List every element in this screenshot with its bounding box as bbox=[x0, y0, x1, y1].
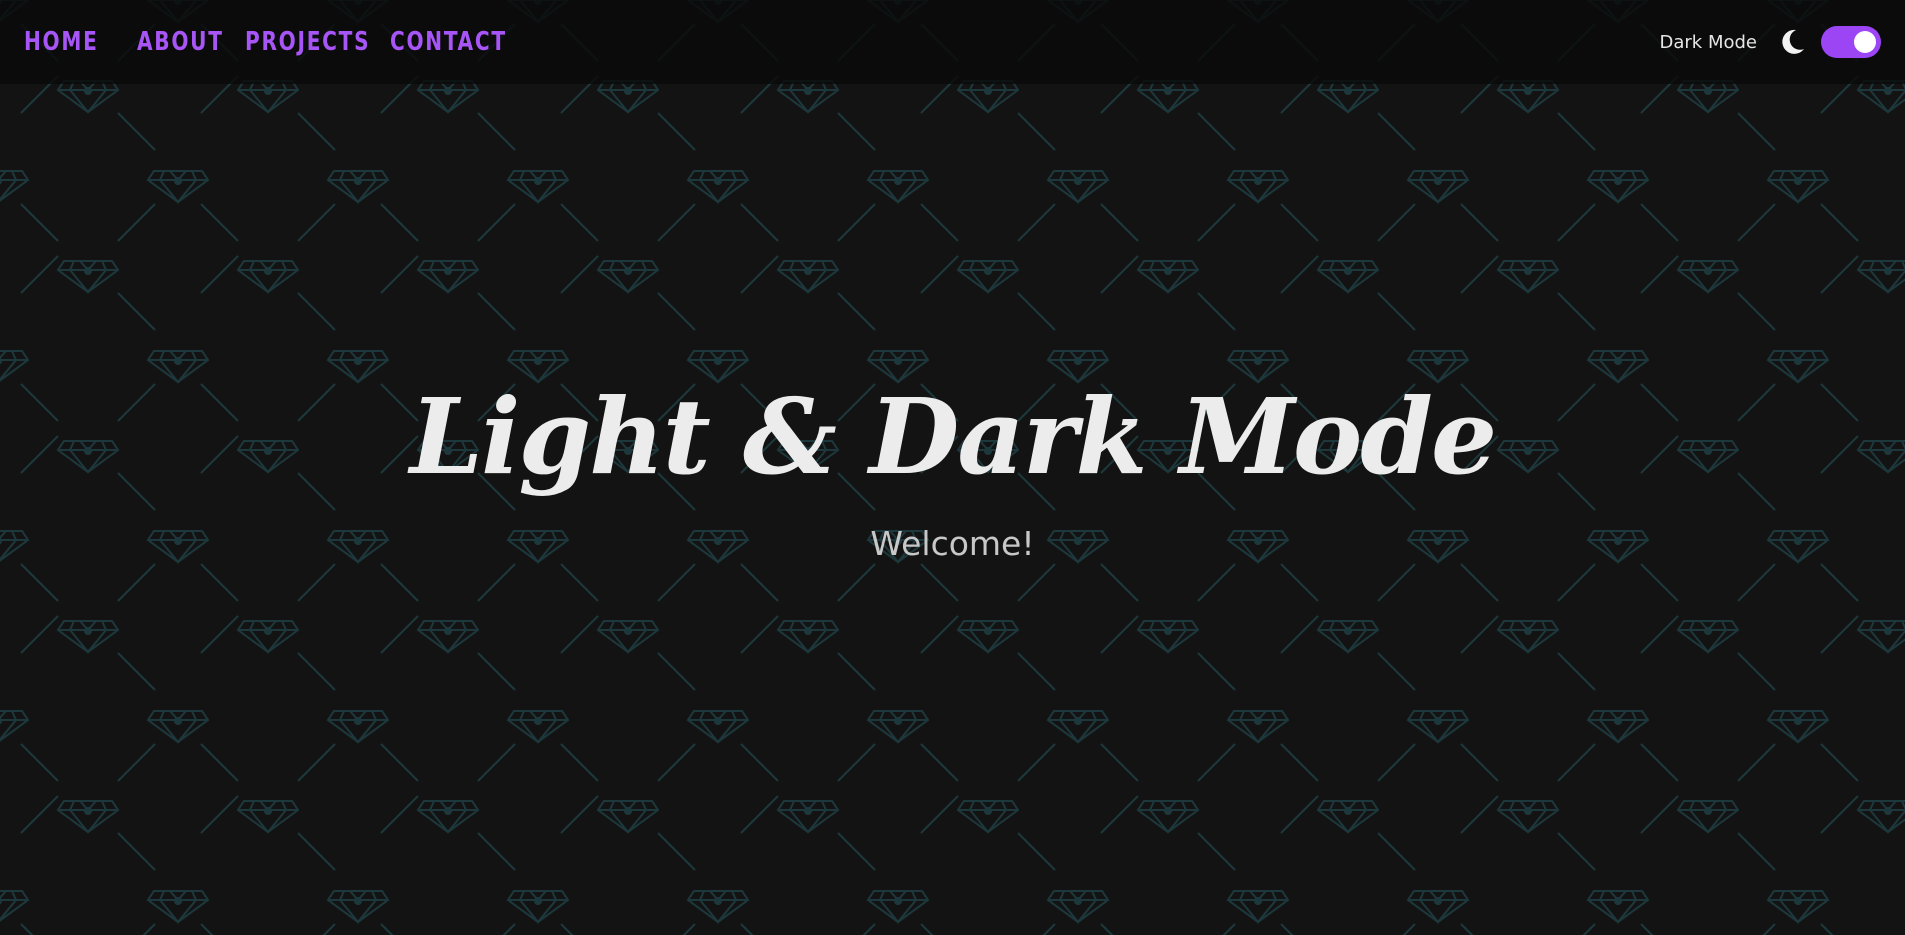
nav-link-projects[interactable]: PROJECTS bbox=[245, 27, 369, 57]
hero-subtitle: Welcome! bbox=[870, 524, 1035, 564]
top-navbar: HOME ABOUT PROJECTS CONTACT Dark Mode bbox=[0, 0, 1905, 84]
toggle-knob bbox=[1854, 31, 1876, 53]
hero-section: Light & Dark Mode Welcome! bbox=[0, 375, 1905, 564]
hero-title: Light & Dark Mode bbox=[409, 375, 1497, 498]
nav-link-about[interactable]: ABOUT bbox=[137, 27, 222, 57]
page: HOME ABOUT PROJECTS CONTACT Dark Mode Li… bbox=[0, 0, 1905, 935]
theme-mode-label: Dark Mode bbox=[1659, 31, 1757, 53]
moon-icon bbox=[1782, 29, 1804, 54]
nav-link-contact[interactable]: CONTACT bbox=[390, 27, 505, 57]
nav-link-home[interactable]: HOME bbox=[24, 27, 97, 57]
dark-mode-toggle[interactable] bbox=[1821, 26, 1881, 58]
nav-links: HOME ABOUT PROJECTS CONTACT bbox=[24, 0, 533, 84]
theme-switch: Dark Mode bbox=[1660, 0, 1881, 84]
